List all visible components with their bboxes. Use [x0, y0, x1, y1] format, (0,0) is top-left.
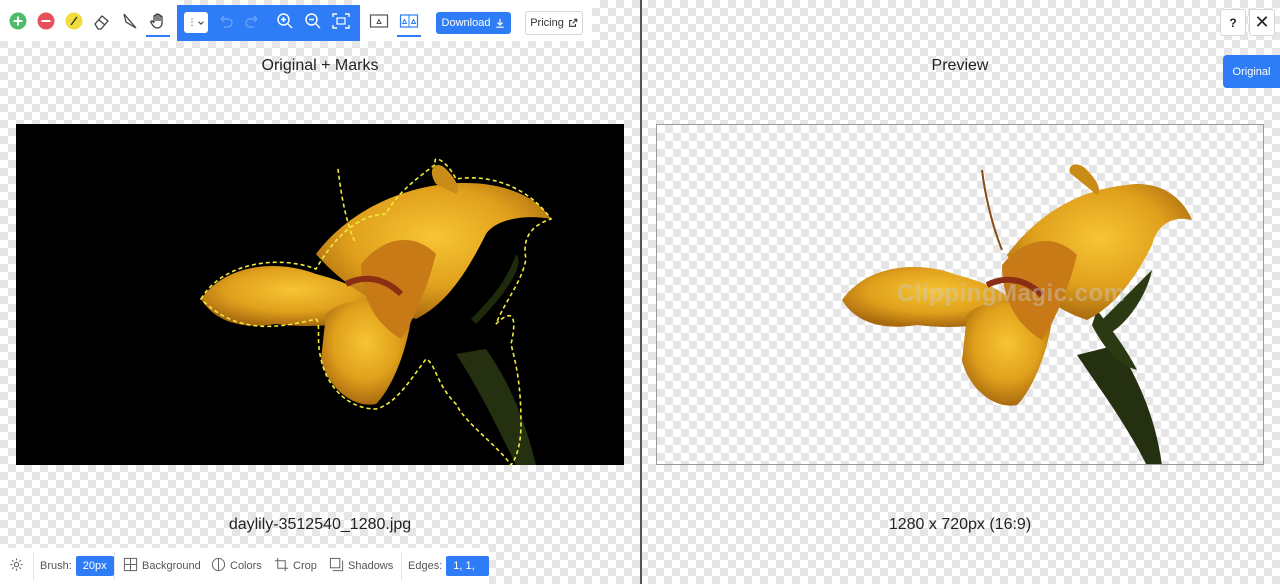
- eraser-icon: [94, 15, 109, 30]
- single-pane-icon: [369, 14, 389, 28]
- fit-to-view-button[interactable]: [329, 9, 353, 33]
- shadows-button[interactable]: Shadows: [329, 548, 393, 584]
- pan-tool[interactable]: [146, 9, 170, 37]
- hair-pen-icon: [65, 12, 83, 30]
- download-label: Download: [441, 17, 491, 29]
- brush-label: Brush:: [40, 560, 72, 572]
- edges-value[interactable]: 1, 1, 0: [446, 556, 489, 584]
- dropdown-label: ⋮: [187, 17, 197, 27]
- marker-options-dropdown[interactable]: ⋮: [184, 12, 208, 33]
- right-pane-title: Preview: [931, 57, 989, 74]
- filename-caption: daylily-3512540_1280.jpg: [228, 516, 412, 533]
- background-button[interactable]: Background: [123, 548, 201, 584]
- original-image-canvas[interactable]: [16, 124, 624, 465]
- help-label: ?: [1229, 15, 1237, 30]
- active-tool-indicator: [146, 35, 170, 37]
- pricing-button[interactable]: Pricing: [525, 11, 583, 35]
- eraser-tool[interactable]: [90, 9, 114, 33]
- zoom-in-icon: [277, 13, 293, 29]
- pricing-label: Pricing: [530, 17, 564, 29]
- close-icon: ✕: [1254, 12, 1270, 32]
- edges-control[interactable]: Edges: 1, 1, 0: [408, 548, 489, 584]
- toolbar: ⋮ Download Pricing: [0, 0, 640, 41]
- external-link-icon: [568, 18, 578, 27]
- separator: [33, 552, 34, 580]
- download-button[interactable]: Download: [436, 12, 511, 34]
- undo-icon: [220, 15, 233, 28]
- separator: [401, 552, 402, 580]
- pane-divider[interactable]: [640, 0, 642, 584]
- show-original-button[interactable]: Original: [1223, 55, 1280, 88]
- gear-icon: [9, 557, 24, 575]
- help-button[interactable]: ?: [1220, 9, 1246, 36]
- original-label: Original: [1232, 65, 1271, 78]
- scalpel-icon: [123, 13, 137, 29]
- split-view-button[interactable]: [397, 9, 421, 37]
- shadows-label: Shadows: [348, 560, 394, 572]
- colors-label: Colors: [230, 560, 262, 572]
- hair-marker-tool[interactable]: [62, 9, 86, 33]
- bottom-toolbar: Brush: 20px Background Colors Crop Shado…: [0, 548, 489, 584]
- download-arrow-icon: [496, 18, 505, 28]
- active-view-indicator: [397, 35, 421, 37]
- zoom-out-icon: [305, 13, 321, 29]
- scalpel-tool[interactable]: [118, 9, 142, 33]
- crop-icon: [274, 557, 289, 575]
- dimensions-caption: 1280 x 720px (16:9): [888, 516, 1032, 533]
- crop-button[interactable]: Crop: [274, 548, 317, 584]
- undo-button[interactable]: [213, 9, 237, 33]
- remove-marker-tool[interactable]: [34, 9, 58, 33]
- crop-label: Crop: [293, 560, 317, 572]
- edges-label: Edges:: [408, 560, 443, 572]
- zoom-in-button[interactable]: [273, 9, 297, 33]
- fit-screen-icon: [332, 13, 350, 29]
- single-view-button[interactable]: [367, 9, 391, 33]
- left-pane-title: Original + Marks: [261, 57, 379, 74]
- close-button[interactable]: ✕: [1249, 9, 1275, 36]
- plus-circle-icon: [9, 12, 27, 30]
- minus-circle-icon: [37, 12, 55, 30]
- colors-button[interactable]: Colors: [211, 548, 262, 584]
- lily-flower-image: [200, 158, 553, 465]
- contrast-circle-icon: [211, 557, 226, 575]
- split-pane-icon: [399, 14, 419, 28]
- chevron-down-icon: [197, 20, 204, 25]
- redo-button[interactable]: [241, 9, 265, 33]
- zoom-out-button[interactable]: [301, 9, 325, 33]
- separator: [114, 552, 115, 580]
- brush-size-control[interactable]: Brush: 20px: [40, 548, 114, 584]
- hand-icon: [150, 13, 163, 29]
- shadow-square-icon: [329, 557, 344, 575]
- keep-marker-tool[interactable]: [6, 9, 30, 33]
- background-label: Background: [142, 560, 201, 572]
- redo-icon: [245, 15, 258, 28]
- settings-button[interactable]: [9, 548, 24, 584]
- preview-canvas[interactable]: ClippingMagic.com: [656, 124, 1264, 465]
- brush-size-value[interactable]: 20px: [75, 556, 114, 576]
- watermark-text: ClippingMagic.com: [897, 280, 1126, 307]
- background-grid-icon: [123, 557, 138, 575]
